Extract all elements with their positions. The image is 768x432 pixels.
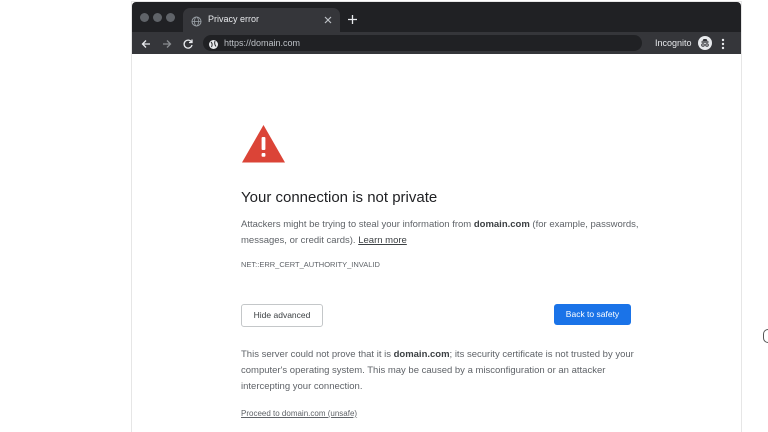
toolbar: https://domain.com Incognito <box>132 32 741 54</box>
warning-triangle-icon <box>241 124 286 169</box>
more-options-icon[interactable] <box>720 37 726 55</box>
forward-arrow-icon[interactable] <box>161 37 173 49</box>
page-title: Your connection is not private <box>241 189 438 206</box>
details-domain: domain.com <box>393 349 450 360</box>
window-close-dot[interactable] <box>140 13 149 22</box>
new-tab-plus-icon[interactable] <box>347 12 358 24</box>
globe-icon[interactable] <box>208 37 219 55</box>
url-text[interactable]: https://domain.com <box>224 38 300 48</box>
back-to-safety-button[interactable]: Back to safety <box>554 304 631 325</box>
hide-advanced-button[interactable]: Hide advanced <box>241 304 323 327</box>
tab-close-icon[interactable] <box>322 13 334 25</box>
intro-text-part: Attackers might be trying to steal your … <box>241 219 474 230</box>
intro-domain: domain.com <box>473 219 530 230</box>
learn-more-link[interactable]: Learn more <box>358 235 407 246</box>
back-arrow-icon[interactable] <box>140 37 152 49</box>
tab-privacy-error[interactable]: Privacy error <box>183 8 340 32</box>
incognito-icon[interactable] <box>698 36 712 55</box>
proceed-unsafe-link[interactable]: Proceed to domain.com (unsafe) <box>241 409 357 418</box>
intro-text: Attackers might be trying to steal your … <box>241 217 641 249</box>
address-bar[interactable]: https://domain.com <box>203 35 642 51</box>
advanced-details-text: This server could not prove that it is d… <box>241 347 641 395</box>
reload-icon[interactable] <box>182 37 194 49</box>
globe-icon <box>191 14 202 32</box>
page-content: Your connection is not private Attackers… <box>132 54 741 432</box>
screen-edge-mark <box>763 329 768 343</box>
details-text-part: This server could not prove that it is <box>241 349 394 360</box>
browser-window: Privacy error https://domain.com Incogni… <box>132 2 741 432</box>
window-maximize-dot[interactable] <box>166 13 175 22</box>
error-code: NET::ERR_CERT_AUTHORITY_INVALID <box>241 260 380 269</box>
tab-title: Privacy error <box>208 14 260 24</box>
incognito-label[interactable]: Incognito <box>655 38 692 48</box>
title-bar: Privacy error <box>132 2 741 32</box>
window-minimize-dot[interactable] <box>153 13 162 22</box>
